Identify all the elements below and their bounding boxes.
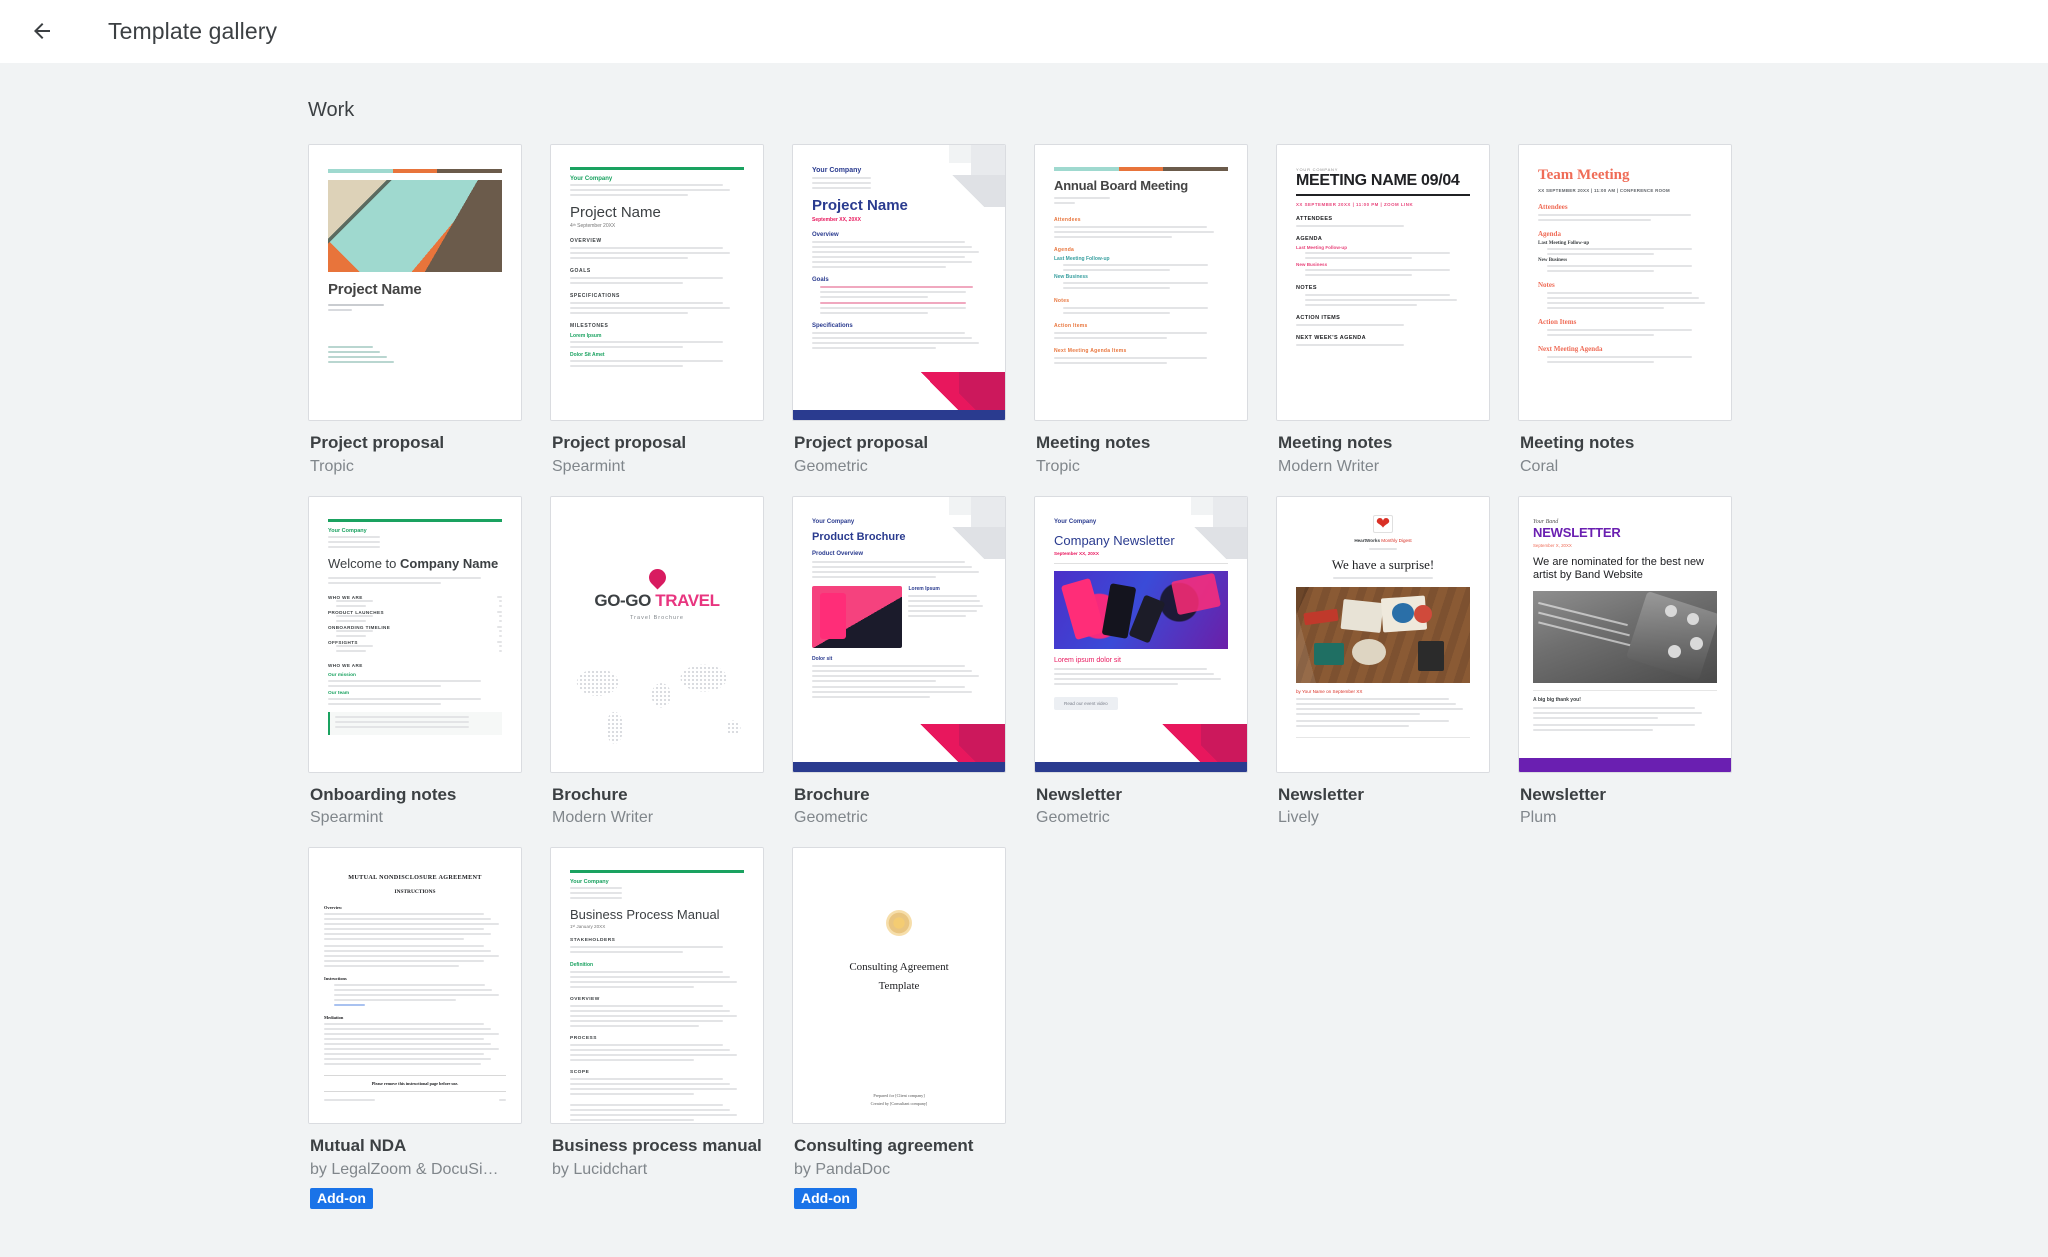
template-subtitle: Plum	[1520, 809, 1557, 827]
thumb-title: Project Name	[328, 281, 422, 298]
template-card[interactable]: Annual Board Meeting Attendees Agenda La…	[1034, 144, 1248, 482]
template-name: Consulting agreement	[794, 1136, 974, 1156]
template-subtitle: by LegalZoom & DocuSi…	[310, 1160, 499, 1178]
template-meta: Business process manual by Lucidchart	[550, 1124, 764, 1185]
tropic-stripe	[1054, 167, 1228, 171]
template-subtitle: Spearmint	[310, 809, 383, 827]
template-thumbnail[interactable]: Your Band NEWSLETTER September X, 20XX W…	[1518, 495, 1732, 773]
template-meta: Project proposal Geometric	[792, 421, 1006, 482]
cover-image	[328, 180, 502, 272]
template-name: Mutual NDA	[310, 1136, 407, 1156]
template-thumbnail[interactable]: Team Meeting XX SEPTEMBER 20XX | 11:00 A…	[1518, 144, 1732, 421]
template-subtitle: Geometric	[1036, 809, 1110, 827]
template-card[interactable]: Your Company Business Process Manual 1ˢᵗ…	[550, 847, 764, 1213]
bottom-bar	[793, 410, 1005, 420]
template-card[interactable]: GO-GO TRAVEL Travel Brochure Brochure Mo…	[550, 495, 764, 834]
template-subtitle: Coral	[1520, 457, 1559, 475]
ornament-icon	[886, 910, 912, 937]
template-grid: Project Name Project proposal Tropic You…	[308, 144, 1748, 1213]
template-subtitle: Tropic	[1036, 457, 1080, 475]
template-thumbnail[interactable]: Project Name	[308, 144, 522, 421]
template-name: Project proposal	[310, 433, 445, 452]
tropic-stripe	[328, 169, 502, 173]
template-meta: Brochure Modern Writer	[550, 773, 764, 834]
template-thumbnail[interactable]: Consulting Agreement Template Prepared fo…	[792, 847, 1006, 1125]
template-meta: Consulting agreement by PandaDoc Add-on	[792, 1124, 1006, 1213]
template-name: Meeting notes	[1036, 433, 1151, 452]
template-thumbnail[interactable]: Your Company Project Name September XX, …	[792, 144, 1006, 421]
section-title-work: Work	[308, 99, 355, 121]
template-card[interactable]: Your Band NEWSLETTER September X, 20XX W…	[1518, 495, 1732, 834]
add-on-badge: Add-on	[794, 1187, 857, 1209]
template-subtitle: Spearmint	[552, 457, 625, 475]
template-meta: Newsletter Geometric	[1034, 773, 1248, 834]
template-card[interactable]: Your Company Product Brochure Product Ov…	[792, 495, 1006, 834]
template-meta: Meeting notes Coral	[1518, 421, 1732, 482]
hero-image	[1533, 591, 1717, 684]
template-meta: Onboarding notes Spearmint	[308, 773, 522, 834]
bottom-bar	[1519, 757, 1731, 772]
template-thumbnail[interactable]: Your Company Business Process Manual 1ˢᵗ…	[550, 847, 764, 1125]
template-subtitle: by Lucidchart	[552, 1160, 648, 1178]
template-name: Brochure	[794, 784, 870, 804]
template-card[interactable]: YOUR COMPANY MEETING NAME 09/04 XX SEPTE…	[1276, 144, 1490, 482]
template-thumbnail[interactable]: YOUR COMPANY MEETING NAME 09/04 XX SEPTE…	[1276, 144, 1490, 421]
template-name: Project proposal	[794, 433, 929, 452]
template-thumbnail[interactable]: Your Company Company Newsletter Septembe…	[1034, 495, 1248, 773]
template-thumbnail[interactable]: Your Company Welcome to Company Name WHO…	[308, 495, 522, 773]
template-card[interactable]: Your Company Project Name September XX, …	[792, 144, 1006, 482]
template-subtitle: by PandaDoc	[794, 1160, 891, 1178]
template-name: Newsletter	[1278, 784, 1364, 804]
gallery-scroll-area[interactable]: Work Project Name Project proposal Tropi…	[0, 63, 2048, 1257]
template-thumbnail[interactable]: Your Company Product Brochure Product Ov…	[792, 495, 1006, 773]
template-card[interactable]: Team Meeting XX SEPTEMBER 20XX | 11:00 A…	[1518, 144, 1732, 482]
template-name: Meeting notes	[1520, 433, 1635, 452]
template-thumbnail[interactable]: Annual Board Meeting Attendees Agenda La…	[1034, 144, 1248, 421]
template-name: Meeting notes	[1278, 433, 1393, 452]
corner-decoration-bottom	[913, 372, 1005, 410]
template-subtitle: Geometric	[794, 457, 868, 475]
template-subtitle: Modern Writer	[1278, 457, 1380, 475]
template-card[interactable]: Your Company Welcome to Company Name WHO…	[308, 495, 522, 834]
template-meta: Newsletter Lively	[1276, 773, 1490, 834]
template-card[interactable]: Your Company Company Newsletter Septembe…	[1034, 495, 1248, 834]
template-name: Onboarding notes	[310, 784, 457, 804]
page-title: Template gallery	[108, 17, 278, 44]
template-name: Newsletter	[1520, 784, 1606, 804]
template-thumbnail[interactable]: Your Company Project Name 4ᵗʰ September …	[550, 144, 764, 421]
template-subtitle: Lively	[1278, 809, 1319, 827]
template-thumbnail[interactable]: ❤ HeartWorks Monthly Digest We have a su…	[1276, 495, 1490, 773]
template-meta: Project proposal Tropic	[308, 421, 522, 482]
template-subtitle: Modern Writer	[552, 809, 654, 827]
template-name: Project proposal	[552, 433, 687, 452]
template-card[interactable]: MUTUAL NONDISCLOSURE AGREEMENT INSTRUCTI…	[308, 847, 522, 1213]
template-card[interactable]: ❤ HeartWorks Monthly Digest We have a su…	[1276, 495, 1490, 834]
world-map-graphic	[551, 649, 763, 758]
template-thumbnail[interactable]: GO-GO TRAVEL Travel Brochure	[550, 495, 764, 773]
template-meta: Meeting notes Tropic	[1034, 421, 1248, 482]
template-card[interactable]: Consulting Agreement Template Prepared fo…	[792, 847, 1006, 1213]
template-meta: Mutual NDA by LegalZoom & DocuSi… Add-on	[308, 1124, 522, 1213]
app-header: Template gallery	[0, 0, 2048, 63]
template-meta: Meeting notes Modern Writer	[1276, 421, 1490, 482]
template-thumbnail[interactable]: MUTUAL NONDISCLOSURE AGREEMENT INSTRUCTI…	[308, 847, 522, 1125]
hero-image	[1054, 570, 1228, 649]
template-card[interactable]: Your Company Project Name 4ᵗʰ September …	[550, 144, 764, 482]
thumb-title: Annual Board Meeting	[1054, 178, 1188, 193]
template-name: Brochure	[552, 784, 628, 804]
template-name: Business process manual	[552, 1136, 762, 1156]
add-on-badge: Add-on	[310, 1187, 373, 1209]
template-meta: Newsletter Plum	[1518, 773, 1732, 834]
hero-image	[1296, 586, 1470, 683]
template-meta: Project proposal Spearmint	[550, 421, 764, 482]
template-meta: Brochure Geometric	[792, 773, 1006, 834]
template-card[interactable]: Project Name Project proposal Tropic	[308, 144, 522, 482]
back-arrow-icon	[30, 19, 54, 43]
back-button[interactable]	[18, 7, 66, 55]
template-subtitle: Tropic	[310, 457, 354, 475]
template-subtitle: Geometric	[794, 809, 868, 827]
heart-logo: ❤	[1296, 514, 1470, 533]
template-name: Newsletter	[1036, 784, 1122, 804]
